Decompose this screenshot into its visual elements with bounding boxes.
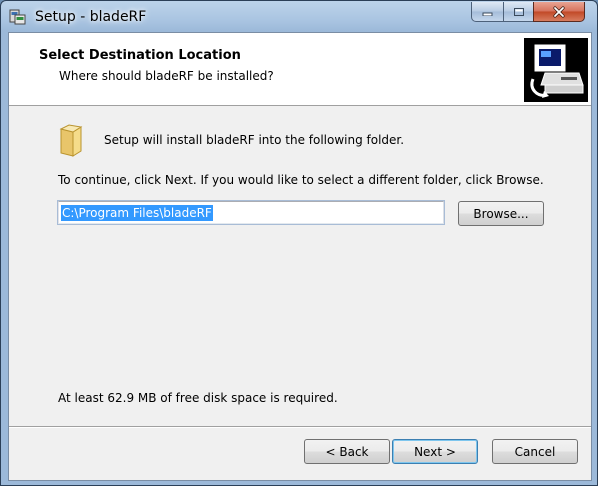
destination-path-value: C:\Program Files\bladeRF [61, 205, 213, 221]
back-button[interactable]: < Back [304, 439, 390, 464]
minimize-icon [482, 12, 492, 16]
computer-install-icon [524, 38, 588, 102]
window-title: Setup - bladeRF [35, 9, 147, 25]
page-subtitle: Where should bladeRF be installed? [59, 69, 274, 83]
next-button[interactable]: Next > [392, 439, 478, 464]
minimize-button[interactable] [471, 2, 504, 22]
disk-space-text: At least 62.9 MB of free disk space is r… [58, 391, 338, 405]
setup-app-icon[interactable] [9, 8, 27, 26]
close-button[interactable] [533, 2, 585, 22]
browse-button-label: Browse... [473, 206, 529, 221]
close-icon [553, 5, 565, 18]
page-title: Select Destination Location [39, 48, 241, 63]
maximize-button[interactable] [503, 2, 534, 22]
folder-icon [59, 124, 83, 157]
cancel-button[interactable]: Cancel [492, 439, 578, 464]
destination-path-input[interactable]: C:\Program Files\bladeRF [57, 200, 445, 225]
next-button-label: Next > [414, 444, 456, 459]
maximize-icon [513, 7, 524, 16]
wizard-header: Select Destination Location Where should… [9, 33, 591, 106]
instruction-text: To continue, click Next. If you would li… [58, 173, 544, 187]
back-button-label: < Back [325, 444, 369, 459]
wizard-client-area: Select Destination Location Where should… [8, 32, 592, 481]
cancel-button-label: Cancel [514, 444, 556, 459]
browse-button[interactable]: Browse... [458, 201, 544, 226]
footer-divider [9, 426, 591, 428]
title-bar[interactable]: Setup - bladeRF [1, 1, 597, 33]
setup-window: Setup - bladeRF Select Destination Locat… [0, 0, 598, 486]
install-folder-text: Setup will install bladeRF into the foll… [104, 133, 405, 147]
